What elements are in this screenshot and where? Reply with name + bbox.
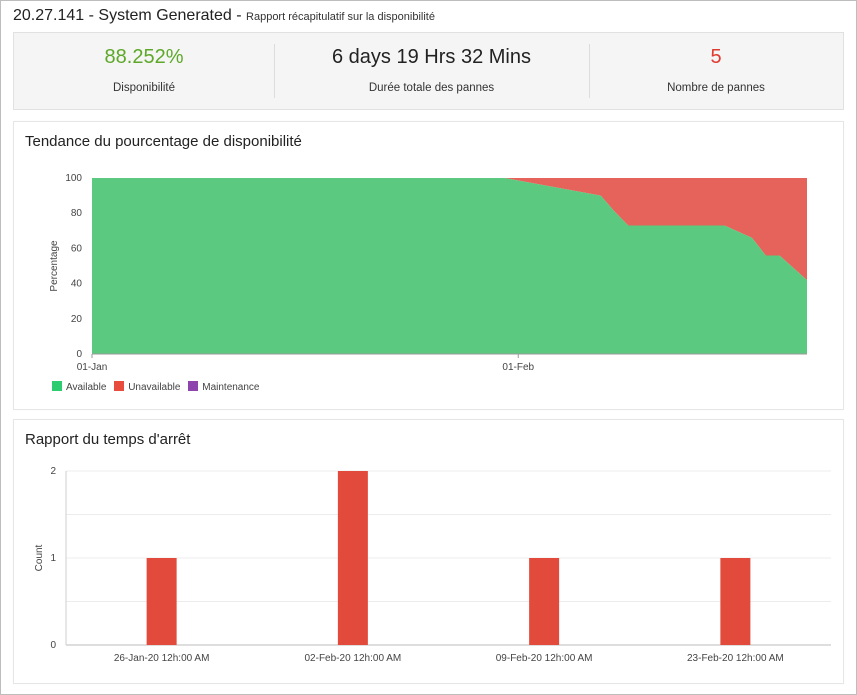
report-subtitle: Rapport récapitulatif sur la disponibili… bbox=[246, 11, 435, 23]
y-axis-title: Count bbox=[34, 544, 45, 571]
legend-swatch-available bbox=[52, 381, 62, 391]
y-tick-label: 60 bbox=[71, 243, 83, 254]
legend-item-unavailable[interactable]: Unavailable bbox=[114, 381, 180, 393]
y-tick-label: 1 bbox=[50, 553, 56, 564]
y-tick-label: 0 bbox=[50, 640, 56, 651]
x-tick-label: 26-Jan-20 12h:00 AM bbox=[114, 653, 210, 664]
summary-bar: 88.252% Disponibilité 6 days 19 Hrs 32 M… bbox=[13, 32, 844, 110]
bar bbox=[720, 558, 751, 645]
y-axis-title: Percentage bbox=[49, 240, 60, 292]
x-tick-label: 02-Feb-20 12h:00 AM bbox=[305, 653, 402, 664]
legend-swatch-maintenance bbox=[188, 381, 199, 391]
report-window: 20.27.141 - System Generated - Rapport r… bbox=[0, 0, 857, 695]
x-tick-label: 23-Feb-20 12h:00 AM bbox=[687, 653, 784, 664]
downtime-bar-chart: 0 1 2 26-Jan-20 12h:00 AM 02-Feb-20 12h:00 A… bbox=[34, 466, 831, 664]
outages-value: 5 bbox=[710, 46, 722, 68]
legend-label-available: Available bbox=[66, 382, 107, 393]
y-tick-label: 2 bbox=[50, 466, 56, 477]
report-title: 20.27.141 - System Generated - bbox=[13, 7, 247, 24]
outages-metric: 5 Nombre de pannes bbox=[589, 33, 843, 109]
bar bbox=[146, 558, 177, 645]
availability-value: 88.252% bbox=[104, 46, 184, 68]
downtime-value: 6 days 19 Hrs 32 Mins bbox=[332, 46, 531, 68]
x-tick-label: 09-Feb-20 12h:00 AM bbox=[496, 653, 593, 664]
legend-label-unavailable: Unavailable bbox=[128, 382, 181, 393]
downtime-label: Durée totale des pannes bbox=[368, 82, 495, 94]
availability-metric: 88.252% Disponibilité bbox=[14, 33, 274, 109]
report-header: 20.27.141 - System Generated - Rapport r… bbox=[13, 7, 435, 25]
y-tick-label: 80 bbox=[71, 208, 83, 219]
legend-item-maintenance[interactable]: Maintenance bbox=[188, 381, 260, 393]
bar bbox=[337, 471, 368, 645]
x-tick-label: 01-Jan bbox=[77, 362, 108, 373]
y-tick-label: 100 bbox=[65, 173, 82, 184]
availability-trend-chart: 0 20 40 60 80 100 01-Jan 01-Feb Percentage bbox=[49, 173, 807, 373]
availability-trend-panel: Tendance du pourcentage de disponibilité… bbox=[13, 121, 844, 410]
x-tick-label: 01-Feb bbox=[502, 362, 534, 373]
y-tick-label: 20 bbox=[71, 314, 83, 325]
downtime-report-panel: Rapport du temps d'arrêt 0 1 2 26-Jan-20 12… bbox=[13, 419, 844, 684]
bar bbox=[529, 558, 560, 645]
legend-label-maintenance: Maintenance bbox=[202, 382, 260, 393]
y-tick-label: 0 bbox=[76, 349, 82, 360]
y-tick-label: 40 bbox=[71, 279, 83, 290]
outages-label: Nombre de pannes bbox=[667, 82, 765, 94]
legend-item-available[interactable]: Available bbox=[52, 381, 106, 393]
trend-legend: Available Unavailable Maintenance bbox=[52, 381, 265, 393]
legend-swatch-unavailable bbox=[114, 381, 125, 391]
availability-label: Disponibilité bbox=[112, 82, 175, 94]
downtime-metric: 6 days 19 Hrs 32 Mins Durée totale des p… bbox=[274, 33, 589, 109]
